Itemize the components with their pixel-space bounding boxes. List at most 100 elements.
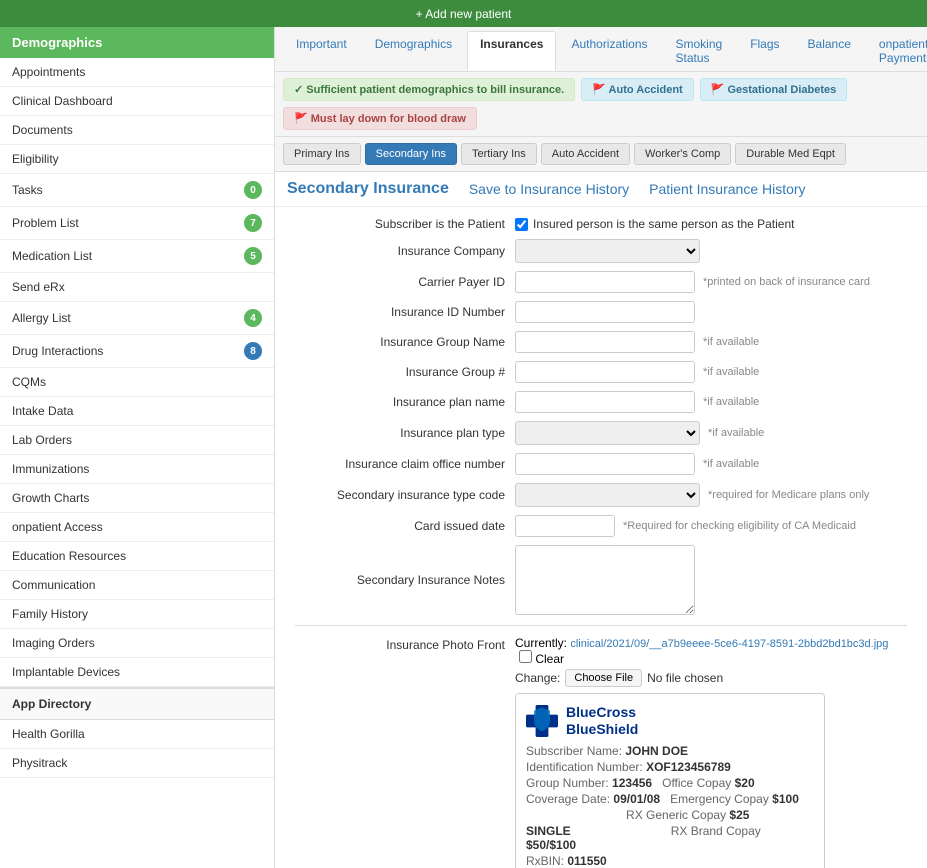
tab-onpatient-payments[interactable]: onpatient Payments — [866, 31, 927, 71]
sidebar-item-label: Implantable Devices — [12, 665, 120, 679]
bcbs-rx-brand: $50/$100 — [526, 838, 576, 852]
sidebar-item-immunizations[interactable]: Immunizations — [0, 455, 274, 484]
sidebar-item-imaging-orders[interactable]: Imaging Orders — [0, 629, 274, 658]
photo-front-clear-label: Clear — [535, 652, 564, 666]
sidebar-item-family-history[interactable]: Family History — [0, 600, 274, 629]
insurance-group-num-input[interactable] — [515, 361, 695, 383]
photo-front-change-text: Change: — [515, 671, 560, 685]
tab-demographics[interactable]: Demographics — [362, 31, 465, 71]
insurance-group-name-input[interactable] — [515, 331, 695, 353]
ins-tab-tertiary[interactable]: Tertiary Ins — [461, 143, 537, 165]
sidebar-item-growth-charts[interactable]: Growth Charts — [0, 484, 274, 513]
sidebar-item-send-erx[interactable]: Send eRx — [0, 273, 274, 302]
carrier-payer-id-hint: *printed on back of insurance card — [703, 276, 870, 288]
bcbs-office-copay: $20 — [735, 776, 755, 790]
insurance-claim-office-row: Insurance claim office number *if availa… — [295, 453, 907, 475]
tab-authorizations[interactable]: Authorizations — [558, 31, 660, 71]
ins-tab-durable-med[interactable]: Durable Med Eqpt — [735, 143, 846, 165]
sidebar-item-tasks[interactable]: Tasks 0 — [0, 174, 274, 207]
sidebar-item-label: Eligibility — [12, 152, 59, 166]
insurance-group-name-hint: *if available — [703, 336, 759, 348]
tab-balance[interactable]: Balance — [795, 31, 864, 71]
sidebar-item-clinical-dashboard[interactable]: Clinical Dashboard — [0, 87, 274, 116]
secondary-notes-textarea[interactable] — [515, 545, 695, 615]
card-issued-date-row: Card issued date *Required for checking … — [295, 515, 907, 537]
ins-tab-secondary[interactable]: Secondary Ins — [365, 143, 457, 165]
tasks-badge: 0 — [244, 181, 262, 199]
sidebar-item-cqms[interactable]: CQMs — [0, 368, 274, 397]
patient-insurance-history-link[interactable]: Patient Insurance History — [649, 181, 805, 197]
divider — [295, 625, 907, 626]
subscriber-label: Subscriber is the Patient — [295, 217, 515, 231]
sidebar-item-appointments[interactable]: Appointments — [0, 58, 274, 87]
sidebar-item-label: Problem List — [12, 216, 79, 230]
sidebar-item-problem-list[interactable]: Problem List 7 — [0, 207, 274, 240]
photo-front-current: Currently: clinical/2021/09/__a7b9eeee-5… — [515, 636, 907, 666]
top-nav: Important Demographics Insurances Author… — [275, 27, 927, 72]
bcbs-rxbin: 011550 — [567, 854, 606, 868]
insurance-group-num-row: Insurance Group # *if available — [295, 361, 907, 383]
sidebar-item-documents[interactable]: Documents — [0, 116, 274, 145]
card-issued-date-input[interactable] — [515, 515, 615, 537]
alert-gestational-diabetes: 🚩 Gestational Diabetes — [700, 78, 848, 101]
ins-tab-primary[interactable]: Primary Ins — [283, 143, 361, 165]
sidebar-item-label: Send eRx — [12, 280, 65, 294]
sidebar-item-eligibility[interactable]: Eligibility — [0, 145, 274, 174]
insurance-photo-front-image: BlueCrossBlueShield Subscriber Name: JOH… — [515, 693, 825, 868]
save-to-history-link[interactable]: Save to Insurance History — [469, 181, 629, 197]
insurance-group-num-label: Insurance Group # — [295, 365, 515, 379]
sidebar-item-label: Medication List — [12, 249, 92, 263]
insurance-group-num-hint: *if available — [703, 366, 759, 378]
app-directory-header: App Directory — [0, 687, 274, 720]
insurance-plan-name-input[interactable] — [515, 391, 695, 413]
form-area: Subscriber is the Patient Insured person… — [275, 207, 927, 868]
photo-front-change: Change: Choose File No file chosen — [515, 669, 907, 687]
tab-important[interactable]: Important — [283, 31, 360, 71]
tab-smoking-status[interactable]: Smoking Status — [663, 31, 736, 71]
sidebar-item-label: Clinical Dashboard — [12, 94, 113, 108]
sidebar-item-label: Lab Orders — [12, 433, 72, 447]
sidebar-item-implantable-devices[interactable]: Implantable Devices — [0, 658, 274, 687]
carrier-payer-id-input[interactable] — [515, 271, 695, 293]
insurance-claim-office-input[interactable] — [515, 453, 695, 475]
sidebar-item-onpatient-access[interactable]: onpatient Access — [0, 513, 274, 542]
sidebar-item-medication-list[interactable]: Medication List 5 — [0, 240, 274, 273]
sidebar: Demographics Appointments Clinical Dashb… — [0, 27, 275, 868]
sidebar-item-intake-data[interactable]: Intake Data — [0, 397, 274, 426]
carrier-payer-id-row: Carrier Payer ID *printed on back of ins… — [295, 271, 907, 293]
sidebar-item-label: Intake Data — [12, 404, 73, 418]
sidebar-item-lab-orders[interactable]: Lab Orders — [0, 426, 274, 455]
section-header: Secondary Insurance Save to Insurance Hi… — [275, 172, 927, 207]
sidebar-item-drug-interactions[interactable]: Drug Interactions 8 — [0, 335, 274, 368]
insurance-claim-office-hint: *if available — [703, 458, 759, 470]
sidebar-item-physitrack[interactable]: Physitrack — [0, 749, 274, 778]
insurance-company-select[interactable] — [515, 239, 700, 263]
sidebar-header: Demographics — [0, 27, 274, 58]
subscriber-checkbox-label[interactable]: Insured person is the same person as the… — [515, 217, 795, 231]
sidebar-item-health-gorilla[interactable]: Health Gorilla — [0, 720, 274, 749]
top-add-bar[interactable]: + Add new patient — [0, 0, 927, 27]
subscriber-checkbox[interactable] — [515, 218, 528, 231]
insurance-claim-office-label: Insurance claim office number — [295, 457, 515, 471]
sidebar-item-allergy-list[interactable]: Allergy List 4 — [0, 302, 274, 335]
secondary-type-code-select[interactable] — [515, 483, 700, 507]
photo-front-choose-file[interactable]: Choose File — [565, 669, 642, 687]
sidebar-item-label: Family History — [12, 607, 88, 621]
tab-insurances[interactable]: Insurances — [467, 31, 556, 71]
secondary-type-code-row: Secondary insurance type code *required … — [295, 483, 907, 507]
subscriber-row: Subscriber is the Patient Insured person… — [295, 217, 907, 231]
allergy-badge: 4 — [244, 309, 262, 327]
insurance-id-input[interactable] — [515, 301, 695, 323]
photo-front-link[interactable]: clinical/2021/09/__a7b9eeee-5ce6-4197-85… — [570, 638, 888, 650]
sidebar-item-communication[interactable]: Communication — [0, 571, 274, 600]
sidebar-item-label: Physitrack — [12, 756, 67, 770]
insurance-company-row: Insurance Company — [295, 239, 907, 263]
ins-tab-auto-accident[interactable]: Auto Accident — [541, 143, 630, 165]
tab-flags[interactable]: Flags — [737, 31, 792, 71]
sidebar-item-label: Drug Interactions — [12, 344, 103, 358]
photo-front-clear-checkbox[interactable] — [519, 650, 532, 663]
ins-tab-workers-comp[interactable]: Worker's Comp — [634, 143, 731, 165]
sidebar-item-education-resources[interactable]: Education Resources — [0, 542, 274, 571]
insurance-plan-type-select[interactable] — [515, 421, 700, 445]
problem-list-badge: 7 — [244, 214, 262, 232]
